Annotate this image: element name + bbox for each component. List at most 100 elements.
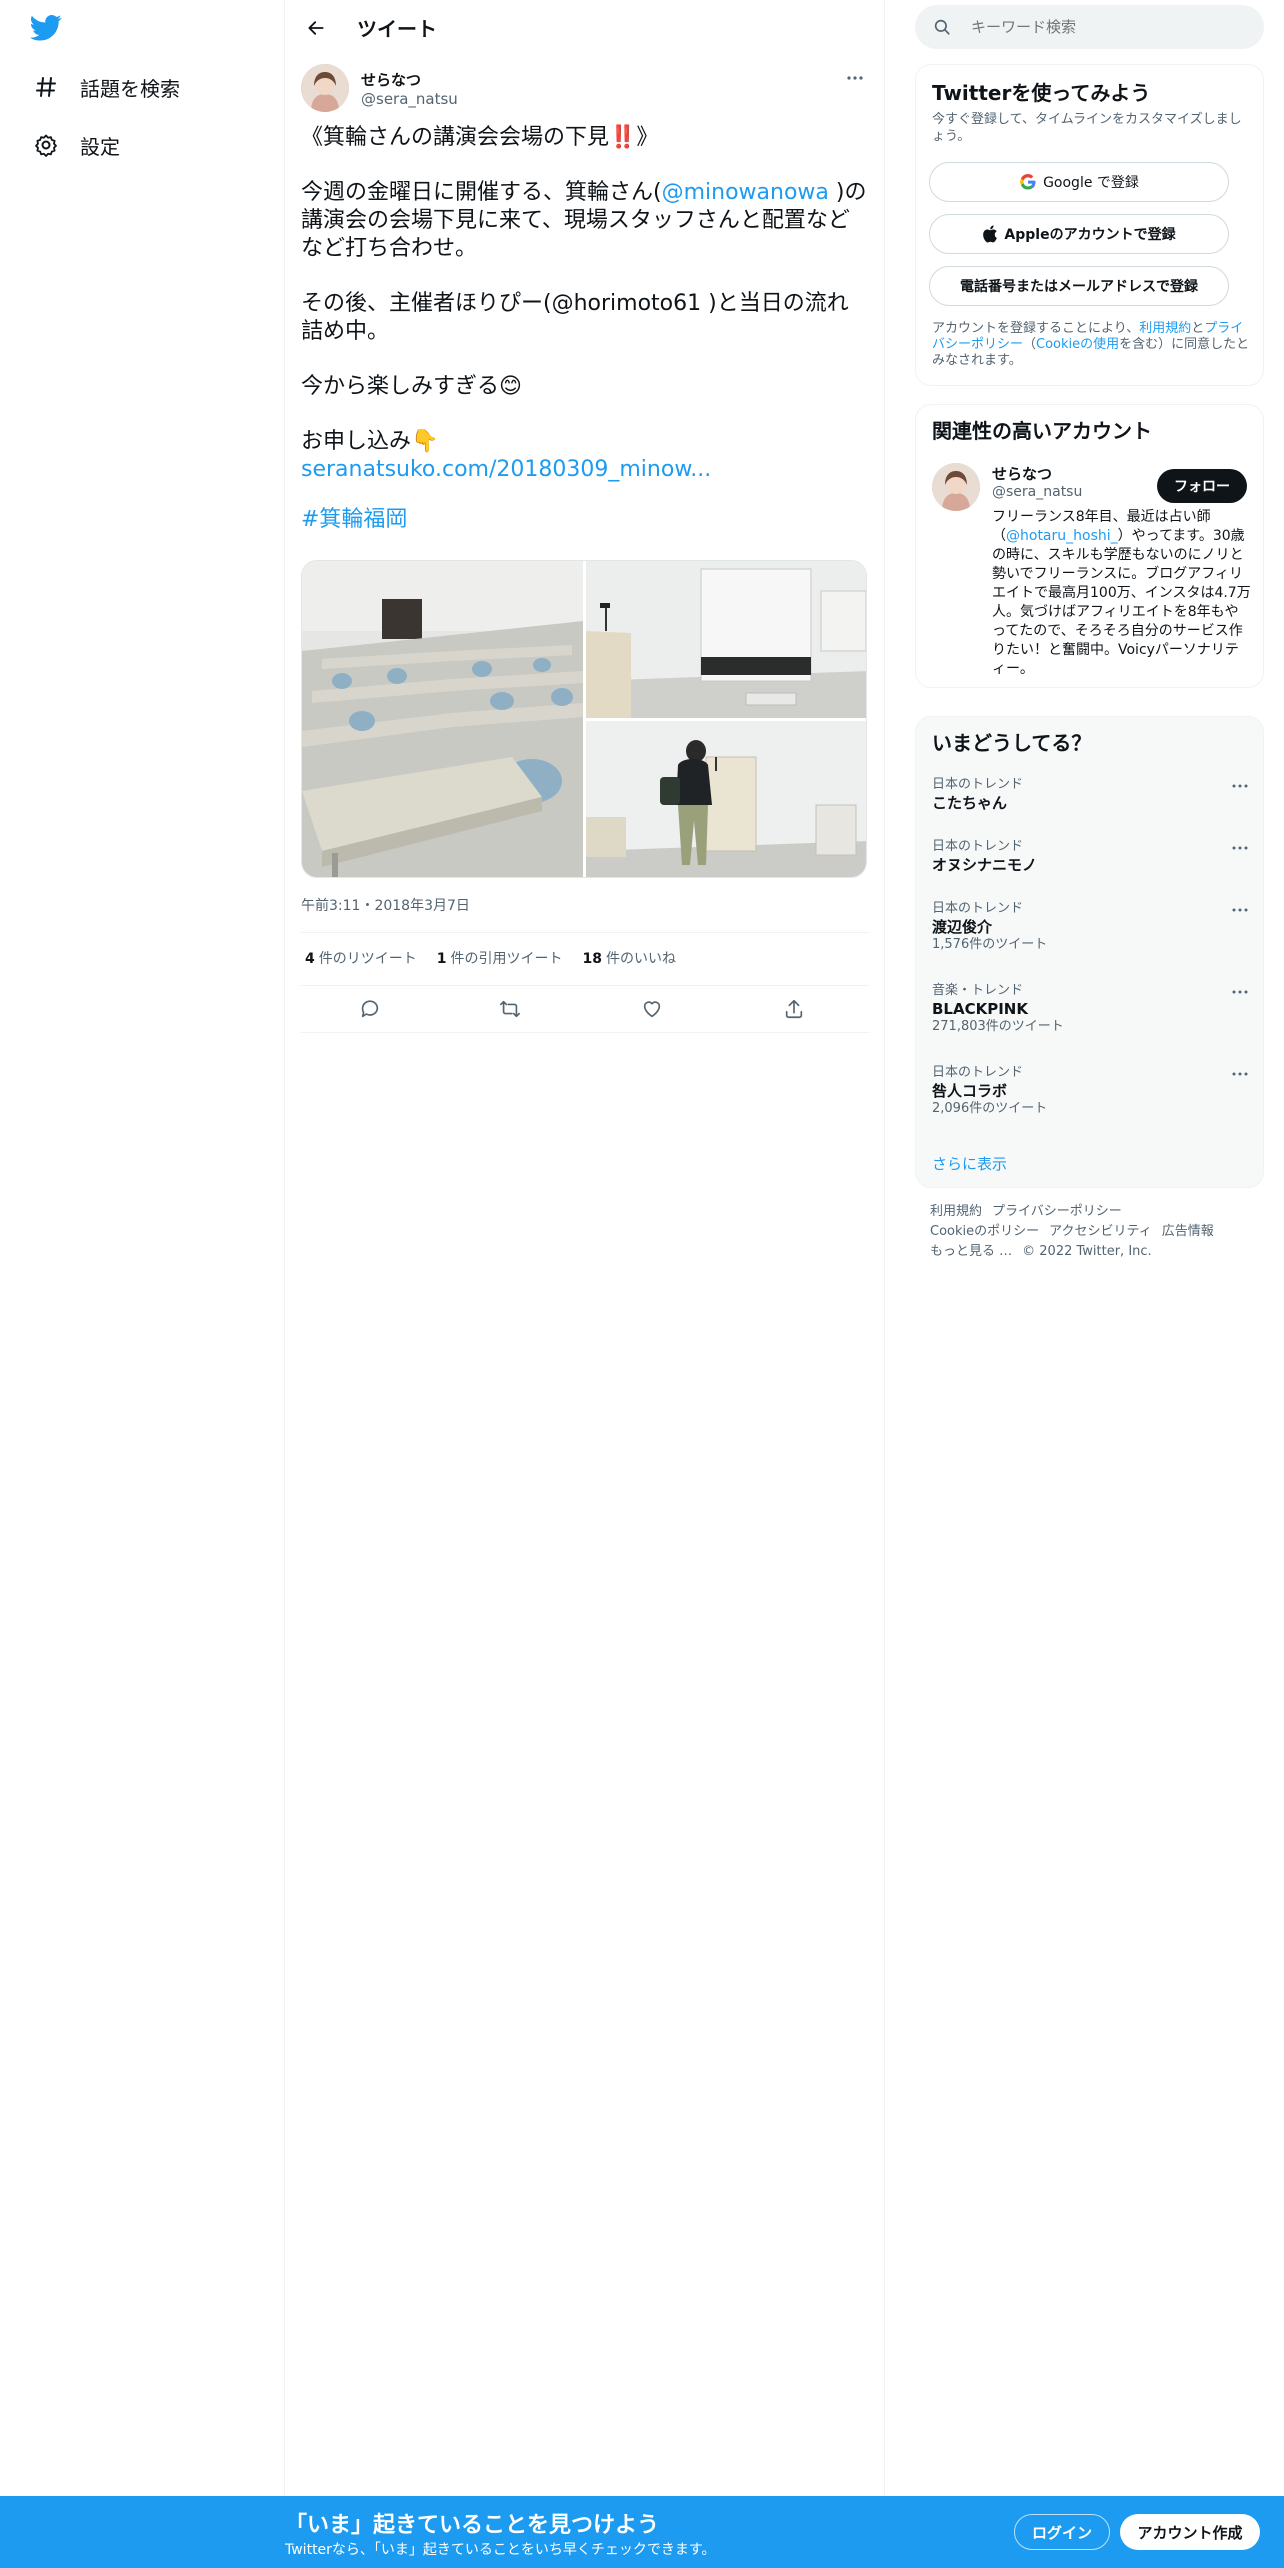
related-name[interactable]: せらなつ	[992, 463, 1052, 484]
trend-meta: 日本のトレンド	[932, 839, 1024, 854]
signup-subtitle: 今すぐ登録して、タイムラインをカスタマイズしましょう。	[932, 112, 1242, 144]
share-button[interactable]	[781, 996, 807, 1022]
share-icon	[785, 999, 803, 1019]
tweet-stats: 4 件のリツイート 1 件の引用ツイート 18 件のいいね	[305, 948, 696, 968]
footer-link-privacy[interactable]: プライバシーポリシー	[992, 1204, 1122, 1219]
bio-mention-link[interactable]: @hotaru_hoshi_	[1006, 528, 1118, 544]
signup-link[interactable]: seranatsuko.com/20180309_minow...	[301, 456, 869, 484]
trend-more-button[interactable]	[1230, 985, 1250, 999]
reply-button[interactable]	[357, 996, 383, 1022]
bio-text-b: ）やってます。30歳の時に、スキルも学歴もないのにノリと勢いでフリーランスに。ブ…	[992, 528, 1251, 677]
search-bar[interactable]	[915, 5, 1264, 49]
nav-explore[interactable]: 話題を検索	[32, 62, 180, 112]
footer-link-more[interactable]: もっと見る …	[930, 1244, 1012, 1259]
nav-settings[interactable]: 設定	[32, 120, 120, 170]
trend-meta: 日本のトレンド	[932, 777, 1024, 792]
tweet-author: せらなつ @sera_natsu	[301, 64, 869, 114]
like-button[interactable]	[639, 996, 665, 1022]
likes-stat[interactable]: 18 件のいいね	[583, 948, 676, 968]
trend-item[interactable]: 日本のトレンド オヌシナニモノ	[932, 839, 1250, 875]
likes-label: 件のいいね	[605, 951, 676, 967]
photo-podium-screen[interactable]	[586, 561, 866, 718]
phone-email-signup-label: 電話番号またはメールアドレスで登録	[960, 279, 1198, 295]
trends-title: いまどうしてる？	[932, 731, 1092, 755]
cookie-link[interactable]: Cookieの使用	[1036, 337, 1119, 352]
trend-name: こたちゃん	[932, 794, 1008, 812]
show-more-link[interactable]: さらに表示	[932, 1153, 1007, 1174]
trend-name: BLACKPINK	[932, 1000, 1028, 1018]
hashtag-icon	[32, 73, 60, 101]
tweet-media-grid	[301, 560, 867, 878]
footer-link-accessibility[interactable]: アクセシビリティ	[1049, 1224, 1152, 1239]
quotes-count: 1	[436, 951, 447, 967]
trend-more-button[interactable]	[1230, 1067, 1250, 1081]
trend-item[interactable]: 日本のトレンド こたちゃん	[932, 777, 1250, 813]
tweet-p2: その後、主催者ほりぴー(@horimoto61 )と当日の流れ詰め中。	[301, 291, 849, 344]
trend-more-button[interactable]	[1230, 779, 1250, 793]
follow-button[interactable]: フォロー	[1157, 469, 1247, 503]
trend-meta: 音楽・トレンド	[932, 983, 1024, 998]
apple-signup-label: Appleのアカウントで登録	[1004, 227, 1176, 243]
author-handle[interactable]: @sera_natsu	[361, 90, 458, 108]
trend-more-button[interactable]	[1230, 903, 1250, 917]
trend-item[interactable]: 日本のトレンド 咎人コラボ 2,096件のツイート	[932, 1065, 1250, 1117]
trend-count: 271,803件のツイート	[932, 1019, 1064, 1034]
twitter-logo-icon[interactable]	[30, 14, 66, 44]
related-avatar[interactable]	[932, 463, 980, 511]
heart-icon	[643, 1001, 661, 1018]
more-icon	[1232, 908, 1248, 912]
signup-terms: アカウントを登録することにより、利用規約とプライバシーポリシー（Cookieの使…	[932, 321, 1250, 369]
google-signup-label: Google で登録	[1043, 175, 1139, 191]
author-name[interactable]: せらなつ	[361, 69, 421, 90]
create-account-button[interactable]: アカウント作成	[1120, 2514, 1260, 2550]
retweet-button[interactable]	[497, 996, 523, 1022]
divider	[301, 932, 869, 933]
trend-name: 渡辺俊介	[932, 918, 993, 936]
trend-count: 1,576件のツイート	[932, 937, 1048, 952]
bottom-signup-bar: 「いま」起きていることを見つけよう Twitterなら、「いま」起きていることを…	[0, 2496, 1284, 2568]
terms-text-b: と	[1191, 321, 1205, 336]
apple-signup-button[interactable]: Appleのアカウントで登録	[929, 214, 1229, 254]
search-input[interactable]	[971, 18, 1231, 36]
retweets-count: 4	[305, 951, 315, 967]
more-options-button[interactable]	[841, 68, 869, 88]
photo-person-podium[interactable]	[586, 721, 866, 877]
retweets-label: 件のリツイート	[318, 951, 417, 967]
hashtag-link[interactable]: #箕輪福岡	[301, 507, 407, 532]
copyright: © 2022 Twitter, Inc.	[1022, 1244, 1152, 1259]
tweet-timestamp[interactable]: 午前3:11・2018年3月7日	[301, 895, 470, 915]
nav-explore-label: 話題を検索	[80, 76, 180, 101]
trend-more-button[interactable]	[1230, 841, 1250, 855]
avatar[interactable]	[301, 64, 349, 112]
terms-link[interactable]: 利用規約	[1139, 321, 1191, 336]
trend-item[interactable]: 音楽・トレンド BLACKPINK 271,803件のツイート	[932, 983, 1250, 1035]
retweet-icon	[500, 1000, 520, 1018]
more-icon	[847, 76, 863, 80]
signup-card: Twitterを使ってみよう 今すぐ登録して、タイムラインをカスタマイズしましょ…	[915, 64, 1264, 386]
trend-meta: 日本のトレンド	[932, 901, 1024, 916]
trend-count: 2,096件のツイート	[932, 1101, 1048, 1116]
footer-link-cookie[interactable]: Cookieのポリシー	[930, 1224, 1039, 1239]
search-icon	[933, 18, 951, 36]
bottombar-title: 「いま」起きていることを見つけよう	[285, 2513, 660, 2538]
phone-email-signup-button[interactable]: 電話番号またはメールアドレスで登録	[929, 266, 1229, 306]
related-handle[interactable]: @sera_natsu	[992, 484, 1082, 500]
tweet-text: 《箕輪さんの講演会会場の下見‼️》 今週の金曜日に開催する、箕輪さん(@mino…	[301, 124, 869, 561]
trends-card: いまどうしてる？ 日本のトレンド こたちゃん 日本のトレンド オヌシナニモノ 日…	[915, 716, 1264, 1188]
signup-title: Twitterを使ってみよう	[932, 81, 1151, 105]
footer-links: 利用規約 プライバシーポリシー Cookieのポリシー アクセシビリティ 広告情報 も…	[930, 1202, 1260, 1262]
more-icon	[1232, 784, 1248, 788]
login-button[interactable]: ログイン	[1014, 2514, 1110, 2550]
trend-item[interactable]: 日本のトレンド 渡辺俊介 1,576件のツイート	[932, 901, 1250, 953]
tweet-p1-start: 今週の金曜日に開催する、箕輪さん(	[301, 180, 662, 205]
divider	[301, 1032, 869, 1033]
mention-link[interactable]: @minowanowa	[662, 180, 829, 205]
retweets-stat[interactable]: 4 件のリツイート	[305, 948, 417, 968]
google-signup-button[interactable]: Google で登録	[929, 162, 1229, 202]
photo-classroom[interactable]	[302, 561, 583, 877]
more-icon	[1232, 846, 1248, 850]
back-button[interactable]	[299, 11, 333, 45]
footer-link-terms[interactable]: 利用規約	[930, 1204, 982, 1219]
quotes-stat[interactable]: 1 件の引用ツイート	[437, 948, 563, 968]
footer-link-ads[interactable]: 広告情報	[1162, 1224, 1214, 1239]
